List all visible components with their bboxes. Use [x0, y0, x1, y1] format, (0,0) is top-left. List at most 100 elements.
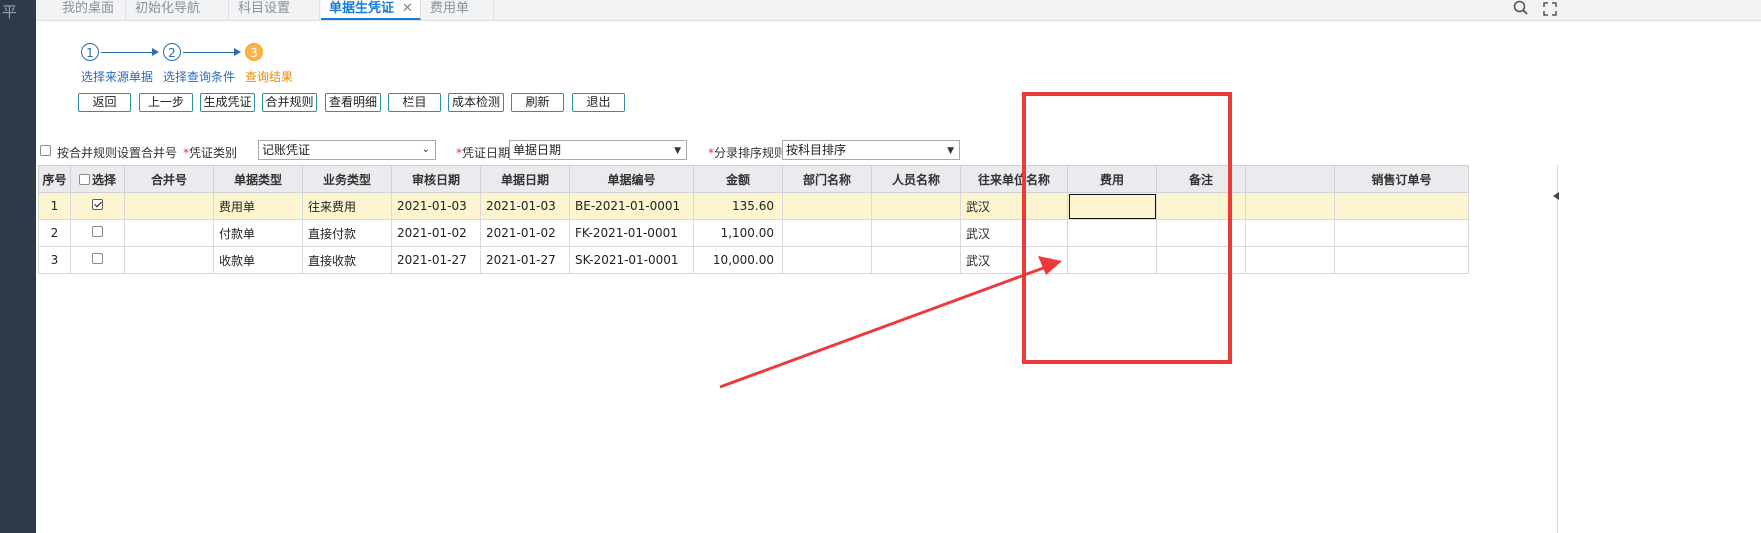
chevron-down-icon: ⌄ — [421, 144, 430, 155]
col-header-merge-no[interactable]: 合并号 — [124, 165, 214, 193]
row-checkbox[interactable] — [92, 199, 103, 210]
columns-button[interactable]: 栏目 — [388, 93, 441, 112]
refresh-button[interactable]: 刷新 — [511, 93, 564, 112]
col-header-doc-no[interactable]: 单据编号 — [569, 165, 694, 193]
tab-bar: 我的桌面 初始化导航 科目设置 单据生凭证 ✕ 费用单 — [36, 0, 1761, 21]
cell-sales-order — [1334, 192, 1469, 220]
tab-label: 单据生凭证 — [329, 1, 395, 16]
col-header-blank[interactable] — [1245, 165, 1335, 193]
cell-expense-editing[interactable] — [1067, 192, 1157, 220]
close-icon[interactable]: ✕ — [402, 1, 413, 16]
cell-select[interactable] — [70, 219, 125, 247]
cell-audit-date: 2021-01-27 — [391, 246, 481, 274]
cell-doc-no: BE-2021-01-0001 — [569, 192, 694, 220]
cell-remark[interactable] — [1156, 192, 1246, 220]
cell-select[interactable] — [70, 192, 125, 220]
exit-button[interactable]: 退出 — [572, 93, 625, 112]
cost-check-button[interactable]: 成本检测 — [448, 93, 504, 112]
voucher-type-label: *凭证类别 — [183, 144, 237, 161]
cell-dept — [782, 219, 872, 247]
col-header-doc-type[interactable]: 单据类型 — [213, 165, 303, 193]
cell-amount: 135.60 — [693, 192, 783, 220]
voucher-date-text: 凭证日期 — [462, 146, 511, 160]
cell-partner: 武汉 — [960, 219, 1068, 247]
tab-doc-to-voucher[interactable]: 单据生凭证 ✕ — [321, 0, 421, 20]
back-button[interactable]: 返回 — [78, 93, 131, 112]
voucher-date-label: *凭证日期 — [456, 144, 510, 161]
row-checkbox[interactable] — [92, 226, 103, 237]
cell-amount: 10,000.00 — [693, 246, 783, 274]
merge-rule-button[interactable]: 合并规则 — [262, 93, 317, 112]
col-header-amount[interactable]: 金额 — [693, 165, 783, 193]
cell-dept — [782, 192, 872, 220]
merge-by-rule-checkbox[interactable] — [40, 145, 51, 156]
voucher-date-value: 单据日期 — [513, 143, 562, 157]
table-row[interactable]: 3 收款单 直接收款 2021-01-27 2021-01-27 SK-2021… — [38, 246, 1469, 274]
step-1-circle: 1 — [81, 43, 99, 61]
step-3-circle: 3 — [245, 43, 263, 61]
search-icon[interactable] — [1512, 0, 1530, 18]
col-header-remark[interactable]: 备注 — [1156, 165, 1246, 193]
cell-person — [871, 246, 961, 274]
col-header-select-label: 选择 — [91, 172, 116, 187]
voucher-date-select[interactable]: 单据日期 ▼ — [509, 140, 687, 160]
cell-audit-date: 2021-01-03 — [391, 192, 481, 220]
cell-index: 3 — [38, 246, 71, 274]
col-header-partner[interactable]: 往来单位名称 — [960, 165, 1068, 193]
tab-account-setup[interactable]: 科目设置 — [230, 0, 320, 20]
tab-init-nav[interactable]: 初始化导航 — [127, 0, 229, 20]
col-header-index[interactable]: 序号 — [38, 165, 71, 193]
tab-expense-doc[interactable]: 费用单 — [422, 0, 494, 20]
sidebar-strip: 平 — [0, 0, 36, 533]
col-header-biz-type[interactable]: 业务类型 — [302, 165, 392, 193]
grid-scroll-edge — [1557, 165, 1558, 533]
col-header-person[interactable]: 人员名称 — [871, 165, 961, 193]
cell-index: 1 — [38, 192, 71, 220]
cell-select[interactable] — [70, 246, 125, 274]
cell-remark[interactable] — [1156, 219, 1246, 247]
tab-label: 科目设置 — [238, 1, 291, 16]
grid-header-row: 序号 选择 合并号 单据类型 业务类型 审核日期 单据日期 单据编号 金额 部门… — [38, 165, 1469, 193]
col-header-audit-date[interactable]: 审核日期 — [391, 165, 481, 193]
cell-remark[interactable] — [1156, 246, 1246, 274]
step-2-circle: 2 — [163, 43, 181, 61]
col-header-dept[interactable]: 部门名称 — [782, 165, 872, 193]
voucher-type-select[interactable]: 记账凭证 ⌄ — [258, 140, 436, 160]
select-all-checkbox[interactable] — [78, 173, 90, 185]
tab-label: 初始化导航 — [135, 1, 201, 16]
cell-audit-date: 2021-01-02 — [391, 219, 481, 247]
tab-label: 费用单 — [430, 1, 470, 16]
table-row[interactable]: 2 付款单 直接付款 2021-01-02 2021-01-02 FK-2021… — [38, 219, 1469, 247]
col-header-doc-date[interactable]: 单据日期 — [480, 165, 570, 193]
generate-voucher-button[interactable]: 生成凭证 — [200, 93, 255, 112]
caret-down-icon: ▼ — [947, 146, 954, 156]
cell-doc-date: 2021-01-03 — [480, 192, 570, 220]
cell-merge-no[interactable] — [124, 192, 214, 220]
prev-step-button[interactable]: 上一步 — [139, 93, 193, 112]
sort-rule-select[interactable]: 按科目排序 ▼ — [782, 140, 960, 160]
step-connector — [101, 52, 153, 53]
cell-index: 2 — [38, 219, 71, 247]
cell-merge-no[interactable] — [124, 219, 214, 247]
view-detail-button[interactable]: 查看明细 — [325, 93, 381, 112]
row-checkbox[interactable] — [92, 253, 103, 264]
scroll-arrow-icon[interactable] — [1553, 192, 1559, 200]
cell-biz-type: 直接付款 — [302, 219, 392, 247]
cell-merge-no[interactable] — [124, 246, 214, 274]
fullscreen-icon[interactable] — [1541, 0, 1559, 18]
cell-doc-date: 2021-01-02 — [480, 219, 570, 247]
caret-down-icon: ▼ — [674, 146, 681, 156]
col-header-select[interactable]: 选择 — [70, 165, 125, 193]
voucher-source-grid: 序号 选择 合并号 单据类型 业务类型 审核日期 单据日期 单据编号 金额 部门… — [38, 165, 1469, 274]
step-connector — [183, 52, 235, 53]
col-header-expense[interactable]: 费用 — [1067, 165, 1157, 193]
step-1-label: 选择来源单据 — [81, 70, 154, 84]
table-row[interactable]: 1 费用单 往来费用 2021-01-03 2021-01-03 BE-2021… — [38, 192, 1469, 220]
cell-expense[interactable] — [1067, 219, 1157, 247]
cell-expense[interactable] — [1067, 246, 1157, 274]
cell-partner: 武汉 — [960, 192, 1068, 220]
col-header-sales-order[interactable]: 销售订单号 — [1334, 165, 1469, 193]
tab-desktop[interactable]: 我的桌面 — [54, 0, 126, 20]
cell-doc-type: 收款单 — [213, 246, 303, 274]
voucher-type-value: 记账凭证 — [262, 143, 311, 157]
